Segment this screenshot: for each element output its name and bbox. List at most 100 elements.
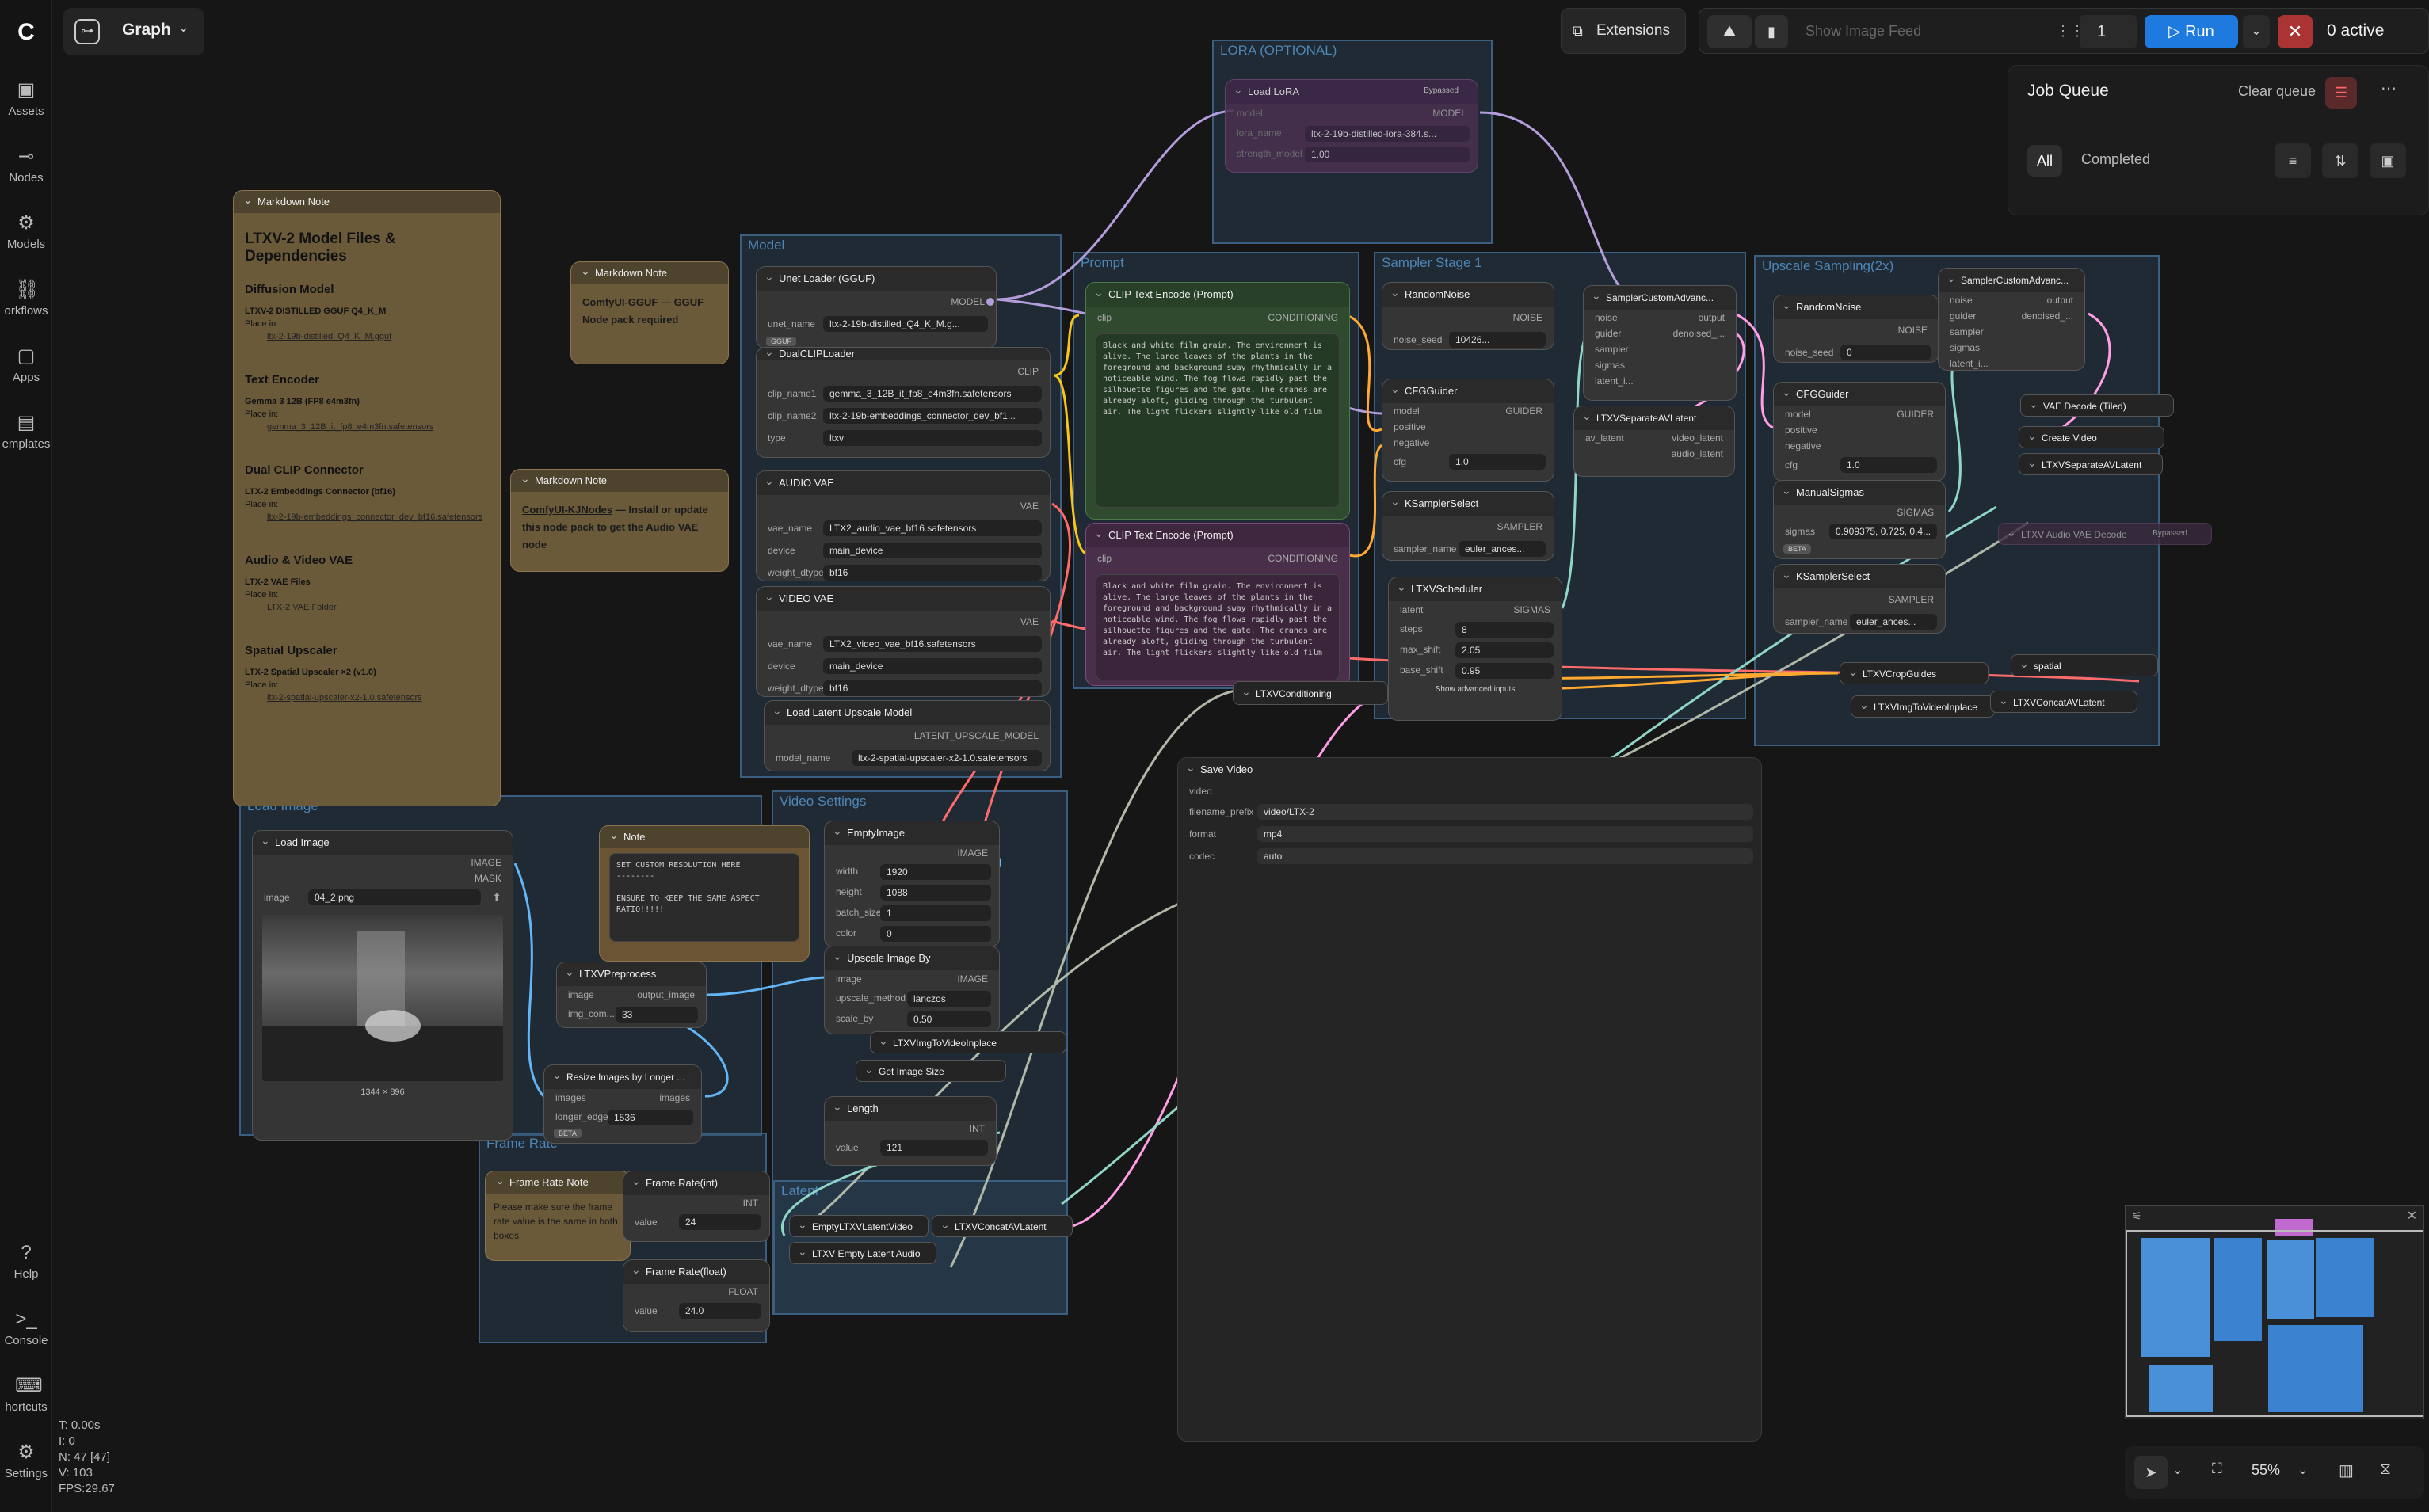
- pointer-icon[interactable]: ➤: [2134, 1456, 2168, 1489]
- node-ltxv-scheduler[interactable]: LTXVScheduler latent SIGMAS steps 8 max_sh…: [1388, 577, 1562, 721]
- node-title[interactable]: Markdown Note: [511, 470, 728, 492]
- node-title[interactable]: Save Video: [1178, 758, 1761, 782]
- node-title[interactable]: LTXVCropGuides: [1840, 663, 1988, 684]
- format-select[interactable]: mp4: [1257, 826, 1753, 842]
- node-ksampler-select-2[interactable]: KSamplerSelect SAMPLER sampler_nameeuler…: [1773, 564, 1946, 634]
- node-title[interactable]: Note: [600, 826, 809, 848]
- noise-seed-input[interactable]: 0: [1840, 345, 1931, 360]
- node-title[interactable]: CFGGuider: [1382, 379, 1554, 403]
- chevron-down-icon[interactable]: ⌄: [2297, 1462, 2308, 1478]
- device-select[interactable]: main_device: [823, 543, 1042, 558]
- weight-dtype-select[interactable]: bf16: [823, 680, 1042, 696]
- minimap[interactable]: ⚟ ✕: [2125, 1205, 2424, 1419]
- frame-rate-float-input[interactable]: 24.0: [679, 1303, 761, 1319]
- unet-name-select[interactable]: ltx-2-19b-distilled_Q4_K_M.g...: [823, 316, 988, 332]
- node-title[interactable]: LTXVImgToVideoInplace: [1851, 696, 1994, 717]
- upscale-model-select[interactable]: ltx-2-spatial-upscaler-x2-1.0.safetensor…: [852, 750, 1042, 766]
- markdown-note-kjnodes[interactable]: Markdown Note ComfyUI-KJNodes — Install …: [510, 469, 729, 572]
- node-sampler-custom-advanced-1[interactable]: SamplerCustomAdvanc... noise output guide…: [1583, 285, 1737, 401]
- node-save-video[interactable]: Save Video video filename_prefixvideo/LT…: [1177, 757, 1762, 1442]
- node-img-to-video-inplace-2[interactable]: LTXVImgToVideoInplace: [1851, 695, 1995, 718]
- node-title[interactable]: RandomNoise: [1774, 295, 1939, 319]
- batch-size-input[interactable]: 1: [880, 905, 991, 921]
- node-cfg-guider-2[interactable]: CFGGuider modelGUIDER positive negative …: [1773, 382, 1946, 482]
- upload-icon[interactable]: ⬆: [492, 886, 501, 908]
- audio-vae-name-select[interactable]: LTX2_audio_vae_bf16.safetensors: [823, 520, 1042, 536]
- note-custom-resolution[interactable]: Note SET CUSTOM RESOLUTION HERE --------…: [599, 825, 810, 962]
- extensions-button[interactable]: ⧉ Extensions: [1561, 8, 1686, 54]
- node-dual-clip-loader[interactable]: DualCLIPLoader CLIP clip_name1 gemma_3_12…: [756, 347, 1051, 458]
- graph-menu[interactable]: ⊶ Graph ⌄: [63, 8, 204, 55]
- node-sampler-custom-advanced-2[interactable]: SamplerCustomAdvanc... noise output guide…: [1938, 268, 2085, 371]
- batch-count-input[interactable]: 1: [2080, 15, 2137, 48]
- node-title[interactable]: EmptyImage: [825, 821, 999, 845]
- frame-rate-int-input[interactable]: 24: [679, 1214, 761, 1230]
- video-vae-name-select[interactable]: LTX2_video_vae_bf16.safetensors: [823, 636, 1042, 652]
- node-title[interactable]: Length: [825, 1097, 996, 1121]
- node-title[interactable]: LTXVScheduler: [1389, 577, 1562, 601]
- node-title[interactable]: Frame Rate(float): [623, 1260, 769, 1284]
- sort-icon[interactable]: ⇅: [2322, 143, 2358, 178]
- note-textarea[interactable]: SET CUSTOM RESOLUTION HERE -------- ENSU…: [609, 853, 799, 942]
- node-upscale-image-by[interactable]: Upscale Image By image IMAGE upscale_meth…: [824, 946, 1000, 1034]
- note-link[interactable]: ComfyUI-KJNodes: [522, 504, 612, 516]
- filename-prefix-input[interactable]: video/LTX-2: [1257, 804, 1753, 820]
- node-empty-latent-audio[interactable]: LTXV Empty Latent Audio: [789, 1242, 936, 1264]
- show-advanced-inputs-button[interactable]: Show advanced inputs: [1389, 685, 1562, 694]
- bookmark-icon[interactable]: ▮: [1755, 15, 1788, 48]
- node-load-latent-upscale[interactable]: Load Latent Upscale Model LATENT_UPSCALE…: [764, 700, 1051, 771]
- show-image-feed-toggle[interactable]: Show Image Feed: [1806, 9, 1921, 53]
- node-separate-av-latent-2[interactable]: LTXVSeparateAVLatent: [2019, 453, 2163, 475]
- node-empty-image[interactable]: EmptyImage IMAGE width 1920 height 1088 ba…: [824, 821, 1000, 947]
- node-title[interactable]: spatial: [2011, 655, 2157, 676]
- node-length[interactable]: Length INT value 121: [824, 1096, 997, 1166]
- node-vae-decode-tiled[interactable]: VAE Decode (Tiled): [2020, 394, 2174, 417]
- node-title[interactable]: KSamplerSelect: [1382, 492, 1554, 516]
- node-title[interactable]: KSamplerSelect: [1774, 565, 1945, 588]
- noise-seed-input[interactable]: 10426...: [1449, 332, 1546, 348]
- node-title[interactable]: EmptyLTXVLatentVideo: [790, 1216, 928, 1236]
- sidebar-item-models[interactable]: ⚙ Models: [0, 212, 52, 251]
- node-title[interactable]: Frame Rate Note: [486, 1171, 630, 1194]
- node-concat-av-latent[interactable]: LTXVConcatAVLatent: [1990, 691, 2137, 713]
- sidebar-item-assets[interactable]: ▣ Assets: [0, 79, 52, 118]
- sampler-name-select[interactable]: euler_ances...: [1850, 614, 1937, 630]
- clip-name2-select[interactable]: ltx-2-19b-embeddings_connector_dev_bf1..…: [823, 408, 1042, 424]
- node-title[interactable]: Get Image Size: [856, 1061, 1005, 1081]
- node-title[interactable]: RandomNoise: [1382, 283, 1554, 307]
- node-title[interactable]: Frame Rate(int): [623, 1171, 769, 1195]
- upscale-method-select[interactable]: lanczos: [907, 991, 991, 1007]
- scale-by-input[interactable]: 0.50: [907, 1011, 991, 1027]
- width-input[interactable]: 1920: [880, 864, 991, 880]
- node-title[interactable]: Create Video: [2019, 427, 2164, 448]
- image-select[interactable]: 04_2.png: [308, 889, 481, 905]
- tab-all[interactable]: All: [2027, 145, 2062, 177]
- note-link[interactable]: ltx-2-19b-distilled_Q4_K_M.gguf: [245, 330, 489, 343]
- clear-queue-icon[interactable]: ☰: [2325, 77, 2357, 109]
- clip-name1-select[interactable]: gemma_3_12B_it_fp8_e4m3fn.safetensors: [823, 386, 1042, 402]
- node-title[interactable]: Markdown Note: [571, 262, 728, 284]
- positive-prompt-textarea[interactable]: Black and white film grain. The environm…: [1096, 333, 1340, 508]
- max-shift-input[interactable]: 2.05: [1455, 642, 1554, 658]
- sigmas-input[interactable]: 0.909375, 0.725, 0.4...: [1829, 524, 1937, 539]
- node-title[interactable]: Load Latent Upscale Model: [765, 701, 1050, 725]
- height-input[interactable]: 1088: [880, 885, 991, 901]
- output-slot[interactable]: [986, 298, 994, 306]
- node-clip-text-encode-positive[interactable]: CLIP Text Encode (Prompt) clip CONDITIONI…: [1085, 282, 1350, 520]
- close-icon[interactable]: ✕: [2407, 1208, 2417, 1224]
- strength-model-input[interactable]: 1.00: [1305, 147, 1470, 162]
- sampler-name-select[interactable]: euler_ances...: [1459, 541, 1546, 557]
- sidebar-item-templates[interactable]: ▤ emplates: [0, 412, 52, 451]
- node-title[interactable]: SamplerCustomAdvanc...: [1584, 286, 1736, 310]
- node-title[interactable]: CLIP Text Encode (Prompt): [1086, 524, 1349, 547]
- node-title[interactable]: SamplerCustomAdvanc...: [1939, 269, 2084, 292]
- node-spatial[interactable]: spatial: [2011, 654, 2158, 676]
- node-title[interactable]: Load Image: [253, 831, 513, 855]
- node-empty-ltxv-latent-video[interactable]: EmptyLTXVLatentVideo: [789, 1215, 929, 1237]
- node-title[interactable]: DualCLIPLoader: [757, 348, 1050, 360]
- zoom-level[interactable]: 55%: [2252, 1462, 2280, 1479]
- node-ltxv-preprocess[interactable]: LTXVPreprocess image output_image img_com…: [556, 962, 707, 1028]
- node-separate-av-latent-1[interactable]: LTXVSeparateAVLatent av_latent video_late…: [1573, 406, 1735, 477]
- node-resize-images[interactable]: Resize Images by Longer ... images images…: [543, 1064, 702, 1144]
- node-title[interactable]: LTXVConcatAVLatent: [932, 1216, 1072, 1236]
